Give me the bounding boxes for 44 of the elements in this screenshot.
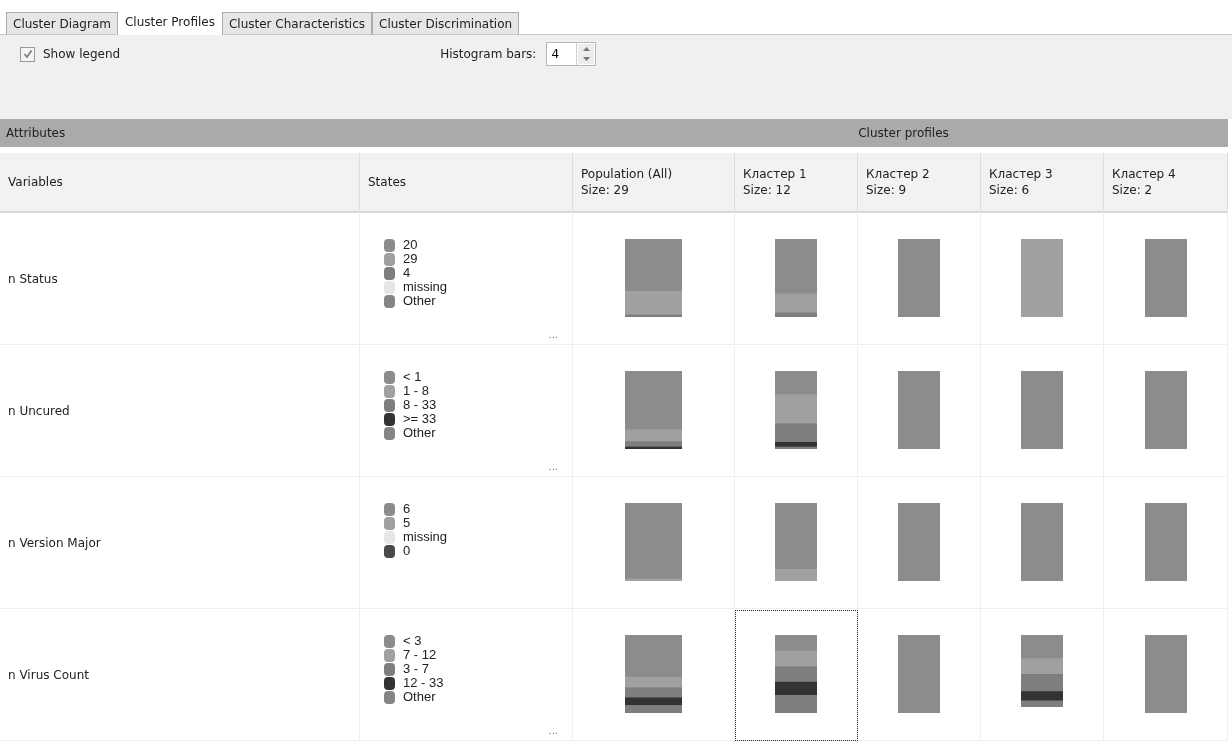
state-label: Other (403, 690, 436, 704)
histogram-bar (1021, 635, 1063, 707)
column-header[interactable]: Кластер 4 Size: 2 (1104, 153, 1228, 213)
variable-cell: n Virus Count (0, 610, 360, 741)
column-header[interactable]: Кластер 2 Size: 9 (858, 153, 981, 213)
group-header: Cluster profiles (573, 119, 1228, 147)
state-label: 5 (403, 516, 411, 530)
column-header[interactable]: Кластер 3 Size: 6 (981, 153, 1104, 213)
column-header[interactable]: Кластер 1 Size: 12 (735, 153, 858, 213)
state-label: 12 - 33 (403, 676, 444, 690)
state-label: < 1 (403, 370, 422, 384)
column-header[interactable]: States (360, 153, 573, 213)
state-label: 7 - 12 (403, 648, 437, 662)
state-label: Other (403, 294, 436, 308)
variable-cell: n Status (0, 214, 360, 345)
state-label: 8 - 33 (403, 398, 437, 412)
column-header[interactable]: Variables (0, 153, 360, 213)
group-header: Attributes (0, 119, 573, 147)
variable-cell: n Uncured (0, 346, 360, 477)
state-label: Other (403, 426, 436, 440)
more-indicator: ... (548, 725, 558, 736)
state-label: 1 - 8 (403, 384, 429, 398)
state-label: < 3 (403, 634, 422, 648)
variable-cell: n Version Major (0, 478, 360, 609)
state-label: 0 (403, 544, 411, 558)
checkbox-label: Show legend (43, 47, 121, 61)
state-label: 4 (403, 266, 411, 280)
state-label: 3 - 7 (403, 662, 429, 676)
state-label: 20 (403, 238, 418, 252)
state-label: 29 (403, 252, 418, 266)
state-label: missing (403, 280, 448, 294)
state-label: missing (403, 530, 448, 544)
tab[interactable]: Cluster Diagram (6, 12, 118, 35)
more-indicator: ... (548, 329, 558, 340)
check-icon (22, 49, 33, 59)
more-indicator: ... (548, 461, 558, 472)
checkbox[interactable] (20, 46, 35, 62)
state-label: 6 (403, 502, 411, 516)
tab[interactable]: Cluster Characteristics (221, 12, 373, 35)
tab[interactable]: Cluster Discrimination (372, 12, 520, 35)
state-label: >= 33 (403, 412, 437, 426)
field-label: Histogram bars: (440, 47, 537, 61)
number-field[interactable]: 4 (546, 42, 577, 66)
column-header[interactable]: Population (All) Size: 29 (573, 153, 735, 213)
